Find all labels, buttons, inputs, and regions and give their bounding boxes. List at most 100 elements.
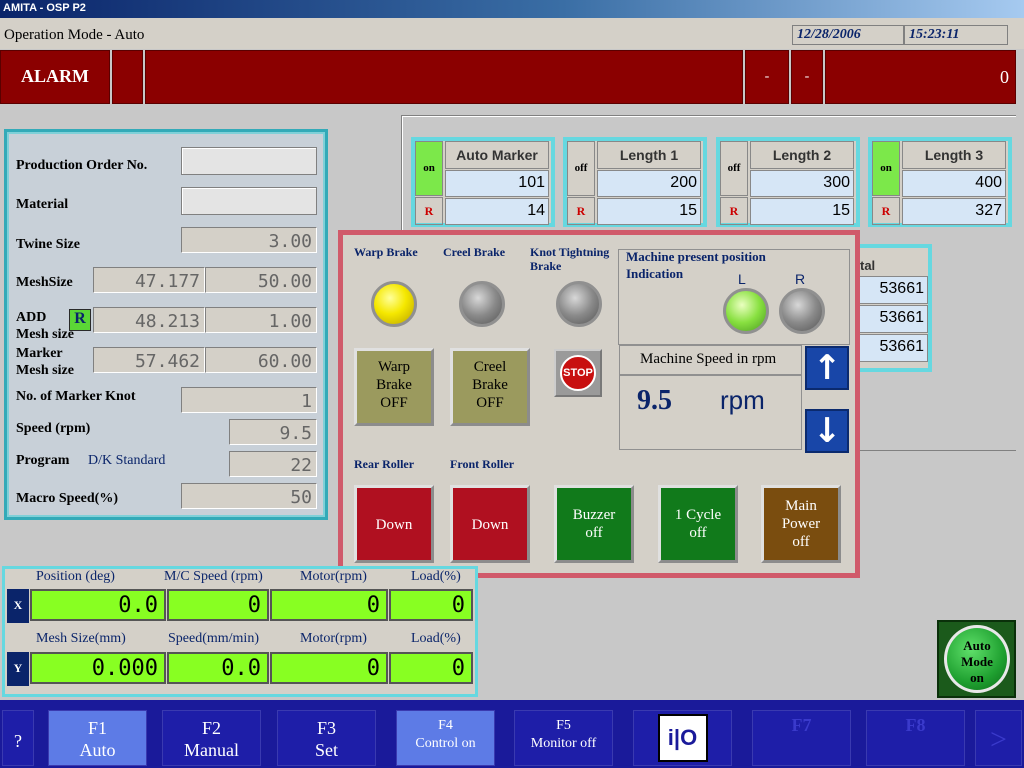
production-order-input[interactable] (181, 147, 317, 175)
knot-brake-label: Knot Tightning (530, 245, 610, 259)
front-roller-label: Front Roller (450, 457, 515, 471)
speed-title: Machine Speed in rpm (619, 345, 802, 375)
marker-state[interactable]: on (872, 141, 900, 196)
help-button[interactable]: ? (2, 710, 34, 766)
speed-label: Speed (rpm) (16, 421, 91, 436)
production-order-label: Production Order No. (16, 158, 148, 173)
f5-monitor-button[interactable]: F5 Monitor off (514, 710, 613, 766)
alarm-bar: ALARM - - 0 (0, 49, 1024, 105)
stop-button[interactable]: STOP (554, 349, 602, 397)
alarm-message (145, 50, 743, 104)
warp-btn-line-3: OFF (380, 395, 408, 411)
f1-auto-button[interactable]: F1 Auto (48, 710, 147, 766)
creel-brake-button[interactable]: Creel Brake OFF (450, 348, 530, 426)
main-power-button[interactable]: Main Power off (761, 485, 841, 563)
material-label: Material (16, 197, 69, 212)
marker-sub-label: Mesh size (16, 363, 74, 378)
stop-icon: STOP (560, 355, 596, 391)
y-axis-badge: Y (7, 652, 29, 686)
f4-sub-label: Control on (415, 736, 476, 751)
alarm-indicator (112, 50, 143, 104)
knot-brake-lamp (556, 281, 602, 327)
marker-label: Marker (16, 346, 63, 361)
position-title: Machine present position (626, 249, 766, 264)
f1-key-label: F1 (87, 718, 107, 738)
speed-down-icon[interactable]: ↓ (805, 409, 849, 453)
warp-brake-label: Warp Brake (354, 245, 418, 259)
y-mesh-value: 0.000 (30, 652, 166, 684)
x-axis-badge: X (7, 589, 29, 623)
rear-roller-label: Rear Roller (354, 457, 415, 471)
axis-status-panel: Position (deg) M/C Speed (rpm) Motor(rpm… (2, 566, 478, 697)
auto-mode-line-3: on (970, 670, 984, 685)
function-key-bar: ? F1 Auto F2 Manual F3 Set F4 Control on… (0, 700, 1024, 768)
buzzer-line-1: Buzzer (572, 507, 616, 523)
speed-up-icon[interactable]: ↑ (805, 346, 849, 390)
speed-value: 9.5 (637, 385, 672, 416)
marker-value-2: 327 (902, 198, 1006, 225)
f2-sub-label: Manual (184, 740, 239, 760)
marker-value-2: 15 (597, 198, 701, 225)
marker-card-auto[interactable]: on R Auto Marker 101 14 (411, 137, 555, 227)
meshsize-label: MeshSize (16, 275, 73, 290)
auto-mode-indicator[interactable]: Auto Mode on (937, 620, 1016, 698)
next-page-button[interactable]: > (975, 710, 1022, 766)
front-roller-button[interactable]: Down (450, 485, 530, 563)
macro-speed-value[interactable]: 50 (181, 483, 317, 509)
marker-value-1[interactable]: 200 (597, 170, 701, 197)
add-sub-label: Mesh size (16, 327, 74, 342)
operation-mode: Operation Mode - Auto (4, 27, 145, 43)
one-cycle-button[interactable]: 1 Cycle off (658, 485, 738, 563)
marker-value-2: 15 (750, 198, 854, 225)
date-display: 12/28/2006 (792, 25, 904, 45)
creel-btn-line-1: Creel (473, 359, 507, 375)
f1-sub-label: Auto (79, 740, 116, 760)
marker-state[interactable]: off (720, 141, 748, 196)
f2-key-label: F2 (201, 718, 221, 738)
add-mesh-set[interactable]: 1.00 (205, 307, 317, 333)
meshsize-set[interactable]: 50.00 (205, 267, 317, 293)
program-name: D/K Standard (88, 453, 166, 468)
creel-btn-line-2: Brake (472, 377, 508, 393)
macro-speed-label: Macro Speed(%) (16, 491, 118, 506)
marker-title: Length 1 (597, 141, 701, 169)
f3-set-button[interactable]: F3 Set (277, 710, 376, 766)
marker-r-button[interactable]: R (720, 197, 748, 225)
io-button[interactable]: i|O (633, 710, 732, 766)
material-input[interactable] (181, 187, 317, 215)
f7-button[interactable]: F7 (752, 710, 851, 766)
marker-r-button[interactable]: R (415, 197, 443, 225)
mode-bar: Operation Mode - Auto 12/28/2006 15:23:1… (0, 18, 1024, 49)
marker-value-1[interactable]: 300 (750, 170, 854, 197)
marker-knot-value[interactable]: 1 (181, 387, 317, 413)
y-label-mesh: Mesh Size(mm) (36, 631, 126, 646)
twine-size-value[interactable]: 3.00 (181, 227, 317, 253)
marker-state[interactable]: off (567, 141, 595, 196)
program-label: Program (16, 453, 70, 468)
f8-button[interactable]: F8 (866, 710, 965, 766)
buzzer-button[interactable]: Buzzer off (554, 485, 634, 563)
marker-value-1[interactable]: 400 (902, 170, 1006, 197)
warp-btn-line-2: Brake (376, 377, 412, 393)
warp-brake-button[interactable]: Warp Brake OFF (354, 348, 434, 426)
program-value[interactable]: 22 (229, 451, 317, 477)
f4-control-button[interactable]: F4 Control on (396, 710, 495, 766)
marker-card-length1[interactable]: off R Length 1 200 15 (563, 137, 707, 227)
marker-mesh-set[interactable]: 60.00 (205, 347, 317, 373)
marker-r-button[interactable]: R (872, 197, 900, 225)
creel-brake-label: Creel Brake (443, 245, 506, 259)
knot-brake-label-2: Brake (530, 259, 562, 273)
marker-state[interactable]: on (415, 141, 443, 196)
marker-r-button[interactable]: R (567, 197, 595, 225)
f2-manual-button[interactable]: F2 Manual (162, 710, 261, 766)
marker-value-1[interactable]: 101 (445, 170, 549, 197)
rear-roller-button[interactable]: Down (354, 485, 434, 563)
marker-card-length2[interactable]: off R Length 2 300 15 (716, 137, 860, 227)
creel-brake-lamp (459, 281, 505, 327)
marker-title: Length 2 (750, 141, 854, 169)
add-r-badge[interactable]: R (69, 309, 91, 331)
marker-card-length3[interactable]: on R Length 3 400 327 (868, 137, 1012, 227)
marker-title: Auto Marker (445, 141, 549, 169)
alarm-button[interactable]: ALARM (0, 50, 110, 104)
alarm-field-2: - (791, 50, 823, 104)
